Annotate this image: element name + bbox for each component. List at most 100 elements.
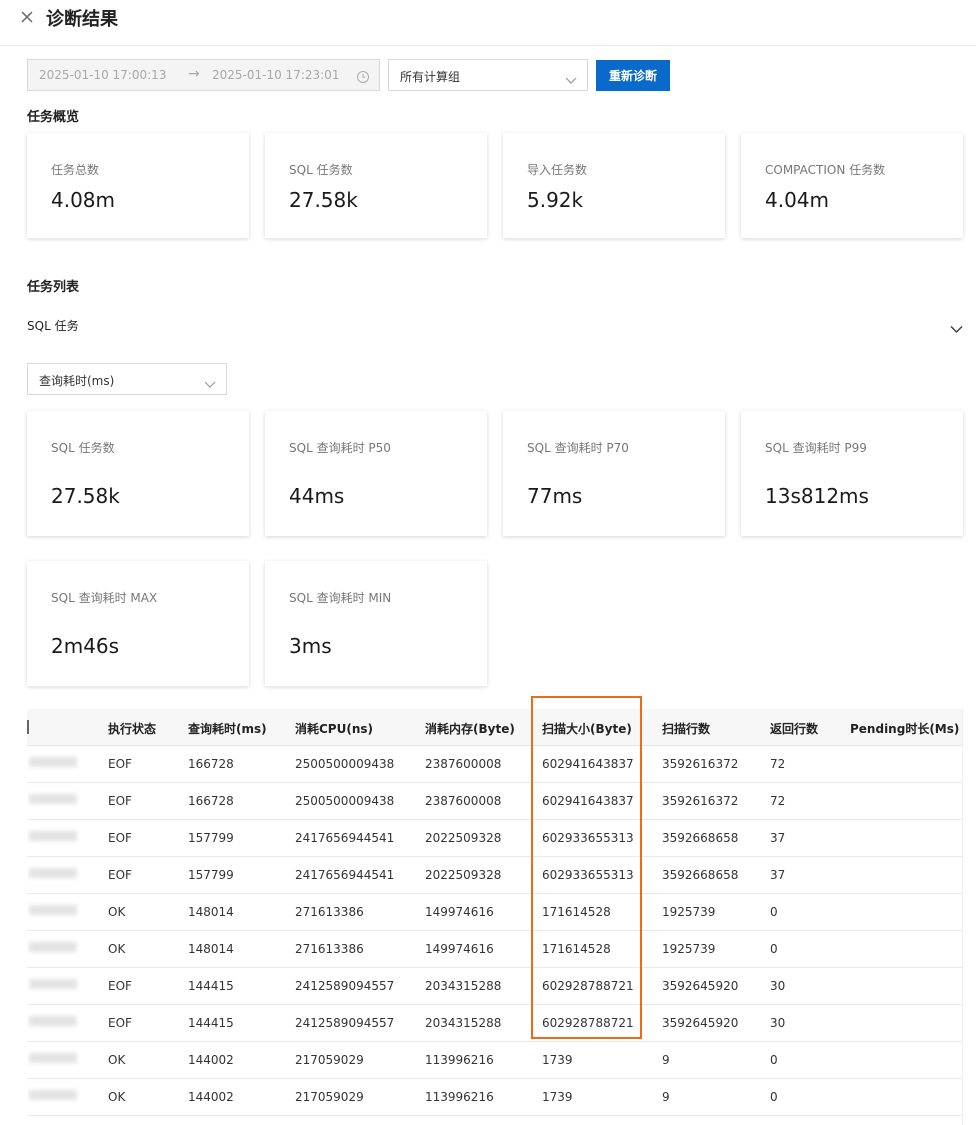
clock-icon bbox=[356, 69, 370, 83]
card-value: 4.04m bbox=[765, 188, 830, 212]
cell-scan-rows: 3592645920 bbox=[662, 1016, 739, 1030]
cell-cpu: 2500500009438 bbox=[295, 757, 395, 771]
cell-query-time: 148014 bbox=[188, 942, 234, 956]
cell-cpu: 2500500009438 bbox=[295, 794, 395, 808]
overview-card-sql: SQL 任务数 27.58k bbox=[265, 133, 487, 238]
cell-status: OK bbox=[108, 905, 126, 919]
table-row[interactable]: EOF 144415 2412589094557 2034315288 60292878… bbox=[27, 1005, 962, 1042]
cell-query-time: 144002 bbox=[188, 1053, 234, 1067]
header-scan-size[interactable]: 扫描大小(Byte) bbox=[542, 720, 632, 737]
cell-scan-rows: 9 bbox=[662, 1053, 670, 1067]
redacted-cell bbox=[29, 1090, 77, 1100]
start-time[interactable]: 2025-01-10 17:00:13 bbox=[39, 68, 166, 82]
cell-scan-rows: 3592668658 bbox=[662, 868, 739, 882]
redacted-cell bbox=[29, 1053, 77, 1063]
redacted-cell bbox=[29, 831, 77, 841]
cell-return-rows: 30 bbox=[770, 979, 786, 993]
card-value: 27.58k bbox=[51, 484, 120, 508]
sql-card-p70: SQL 查询耗时 P70 77ms bbox=[503, 411, 725, 536]
cell-return-rows: 37 bbox=[770, 831, 786, 845]
header-scan-rows[interactable]: 扫描行数 bbox=[662, 720, 710, 737]
cell-scan-size: 602941643837 bbox=[542, 794, 634, 808]
cell-query-time: 144002 bbox=[188, 1090, 234, 1104]
compute-group-select[interactable]: 所有计算组 bbox=[388, 59, 588, 91]
cell-memory: 113996216 bbox=[425, 1053, 494, 1067]
header-pending[interactable]: Pending时长(Ms) bbox=[850, 720, 959, 737]
cell-status: EOF bbox=[108, 979, 132, 993]
cell-return-rows: 72 bbox=[770, 757, 786, 771]
cell-scan-rows: 1925739 bbox=[662, 942, 716, 956]
cell-scan-rows: 1925739 bbox=[662, 905, 716, 919]
cell-return-rows: 0 bbox=[770, 942, 778, 956]
metric-select[interactable]: 查询耗时(ms) bbox=[27, 363, 227, 395]
header-status[interactable]: 执行状态 bbox=[108, 720, 156, 737]
sql-task-table: 执行状态 查询耗时(ms) 消耗CPU(ns) 消耗内存(Byte) 扫描大小(… bbox=[27, 709, 963, 1125]
cell-status: OK bbox=[108, 1090, 126, 1104]
compute-group-value: 所有计算组 bbox=[400, 70, 461, 84]
table-row[interactable]: EOF 166728 2500500009438 2387600008 60294164… bbox=[27, 783, 962, 820]
card-label: SQL 查询耗时 P50 bbox=[289, 441, 391, 455]
card-label: SQL 查询耗时 MIN bbox=[289, 591, 392, 605]
cell-memory: 2034315288 bbox=[425, 979, 502, 993]
table-row[interactable]: OK 148014 271613386 149974616 171614528 19257… bbox=[27, 931, 962, 968]
card-value: 2m46s bbox=[51, 634, 120, 658]
cell-scan-size: 602933655313 bbox=[542, 831, 634, 845]
table-row[interactable]: OK 144002 217059029 113996216 1739 9 0 bbox=[27, 1079, 962, 1116]
overview-card-compaction: COMPACTION 任务数 4.04m bbox=[741, 133, 963, 238]
cell-status: OK bbox=[108, 1053, 126, 1067]
sql-task-section-toggle[interactable]: SQL 任务 bbox=[27, 317, 79, 334]
header-query-time[interactable]: 查询耗时(ms) bbox=[188, 720, 267, 737]
cell-scan-rows: 9 bbox=[662, 1090, 670, 1104]
sql-card-min: SQL 查询耗时 MIN 3ms bbox=[265, 561, 487, 686]
sql-card-count: SQL 任务数 27.58k bbox=[27, 411, 249, 536]
cell-memory: 2022509328 bbox=[425, 831, 502, 845]
table-row[interactable]: EOF 157799 2417656944541 2022509328 60293365… bbox=[27, 857, 962, 894]
table-row[interactable]: EOF 157799 2417656944541 2022509328 60293365… bbox=[27, 820, 962, 857]
cell-memory: 2034315288 bbox=[425, 1016, 502, 1030]
rediagnose-button[interactable]: 重新诊断 bbox=[596, 60, 670, 91]
table-row[interactable]: OK 148014 271613386 149974616 171614528 19257… bbox=[27, 894, 962, 931]
redacted-cell bbox=[29, 905, 77, 915]
card-label: COMPACTION 任务数 bbox=[765, 163, 886, 177]
cell-status: OK bbox=[108, 942, 126, 956]
cell-memory: 149974616 bbox=[425, 942, 494, 956]
cell-cpu: 271613386 bbox=[295, 905, 364, 919]
cell-return-rows: 0 bbox=[770, 905, 778, 919]
cell-memory: 149974616 bbox=[425, 905, 494, 919]
table-row[interactable]: EOF 166728 2500500009438 2387600008 60294164… bbox=[27, 746, 962, 783]
cell-query-time: 166728 bbox=[188, 757, 234, 771]
time-range-picker[interactable]: 2025-01-10 17:00:13 → 2025-01-10 17:23:0… bbox=[27, 59, 380, 91]
card-value: 27.58k bbox=[289, 188, 358, 212]
cell-scan-size: 602941643837 bbox=[542, 757, 634, 771]
header-return-rows[interactable]: 返回行数 bbox=[770, 720, 818, 737]
cell-cpu: 2412589094557 bbox=[295, 979, 395, 993]
task-list-title: 任务列表 bbox=[27, 280, 80, 295]
card-value: 13s812ms bbox=[765, 484, 869, 508]
cell-memory: 2022509328 bbox=[425, 868, 502, 882]
cell-return-rows: 72 bbox=[770, 794, 786, 808]
close-icon[interactable] bbox=[18, 8, 36, 26]
table-row[interactable]: EOF 144415 2412589094557 2034315288 60292878… bbox=[27, 968, 962, 1005]
card-label: SQL 任务数 bbox=[51, 441, 115, 455]
cell-scan-size: 1739 bbox=[542, 1053, 573, 1067]
chevron-down-icon bbox=[204, 374, 216, 388]
card-label: 导入任务数 bbox=[527, 163, 588, 177]
redacted-cell bbox=[29, 942, 77, 952]
cell-cpu: 271613386 bbox=[295, 942, 364, 956]
table-row[interactable]: OK 144002 217059029 113996216 1739 9 0 bbox=[27, 1042, 962, 1079]
page-title: 诊断结果 bbox=[46, 9, 118, 30]
cell-scan-rows: 3592668658 bbox=[662, 831, 739, 845]
cell-status: EOF bbox=[108, 794, 132, 808]
card-value: 4.08m bbox=[51, 188, 116, 212]
header-cpu[interactable]: 消耗CPU(ns) bbox=[295, 720, 373, 737]
chevron-down-icon bbox=[565, 70, 577, 84]
header: 诊断结果 bbox=[0, 0, 976, 46]
header-memory[interactable]: 消耗内存(Byte) bbox=[425, 720, 515, 737]
cell-query-time: 148014 bbox=[188, 905, 234, 919]
end-time[interactable]: 2025-01-10 17:23:01 bbox=[212, 68, 339, 82]
cell-scan-rows: 3592616372 bbox=[662, 757, 739, 771]
cell-query-time: 144415 bbox=[188, 979, 234, 993]
column-resize-handle[interactable] bbox=[27, 720, 29, 734]
cell-query-time: 157799 bbox=[188, 868, 234, 882]
chevron-down-icon[interactable] bbox=[950, 319, 963, 333]
